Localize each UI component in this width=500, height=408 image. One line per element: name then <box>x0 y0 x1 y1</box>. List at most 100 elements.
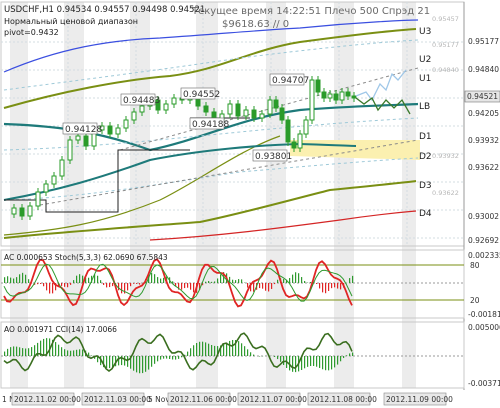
annotation-a4: 0.94128 <box>65 125 102 135</box>
ao-bar <box>199 341 201 356</box>
ac-bar <box>325 283 327 294</box>
ac-bar <box>253 283 255 292</box>
ao-bar <box>211 344 213 356</box>
ac-bar <box>340 283 342 290</box>
ac-bar <box>151 272 153 283</box>
ao-bar <box>277 356 279 360</box>
time-tick-7: 2012.11.09 00:00 <box>386 395 453 404</box>
ac-bar <box>235 280 237 283</box>
ao-bar <box>13 346 15 356</box>
svg-text:0.95457: 0.95457 <box>432 15 459 23</box>
ao-bar <box>181 356 183 358</box>
ao-bar <box>319 356 321 368</box>
ac-bar <box>4 277 6 283</box>
level-d4: D4 <box>419 209 432 219</box>
ac-bar <box>28 279 30 283</box>
ac-bar <box>319 283 321 289</box>
candle-body <box>297 133 303 149</box>
ao-bar <box>34 345 36 356</box>
candle-body <box>51 175 57 185</box>
ao-bar <box>169 356 171 359</box>
price-tick-2: 0.94840 <box>468 65 499 74</box>
ac-bar <box>181 283 183 290</box>
ao-bar <box>331 356 333 370</box>
ao-bar <box>22 348 24 356</box>
svg-text:0.93932: 0.93932 <box>432 152 459 160</box>
ac-bar <box>40 283 42 284</box>
ao-bar <box>64 349 66 356</box>
ac-bar <box>283 279 285 283</box>
price-tick-7: 0.93002 <box>468 212 499 221</box>
ao-bar <box>223 344 225 356</box>
ao-bar <box>148 356 150 370</box>
ac-bar <box>64 283 66 287</box>
ao-bar <box>16 346 18 356</box>
ac-bar <box>277 279 279 283</box>
ac-bar <box>79 274 81 283</box>
ac-bar <box>25 274 27 283</box>
candle-body <box>279 107 285 121</box>
ac-bar <box>265 283 267 291</box>
ac-bar <box>163 277 165 283</box>
ac-axis-top: 0.002335 <box>468 251 500 260</box>
candle-body <box>19 207 25 217</box>
ao-axis-bottom: -0.00371 <box>468 379 500 388</box>
ao-bar <box>334 356 336 368</box>
candle-body <box>35 191 41 207</box>
ac-bar <box>310 282 312 283</box>
ac-bar <box>241 279 243 283</box>
ao-bar <box>337 356 339 365</box>
price-tick-6: 0.93622 <box>468 163 499 172</box>
ao-bar <box>154 356 156 364</box>
candle-body <box>339 91 345 101</box>
candle-body <box>291 141 297 149</box>
ac-bar <box>220 274 222 283</box>
ac-bar <box>337 283 339 289</box>
balance-line: $9618.63 // 0 <box>222 19 289 30</box>
ao-bar <box>328 356 330 371</box>
ac-bar <box>49 283 51 294</box>
ac-bar <box>274 283 276 285</box>
ao-bar <box>67 350 69 356</box>
ac-bar <box>262 283 264 289</box>
candle-body <box>315 79 321 93</box>
ao-bar <box>310 356 312 367</box>
price-tick-1: 0.95177 <box>468 37 499 46</box>
ao-bar <box>244 346 246 356</box>
ac-bar <box>97 275 99 283</box>
ao-bar <box>109 356 111 369</box>
price-tick-5: 0.93932 <box>468 136 499 145</box>
ac-bar <box>268 283 270 292</box>
ac-bar <box>316 283 318 284</box>
ac-bar <box>154 274 156 283</box>
candle-body <box>171 97 177 105</box>
ao-bar <box>58 344 60 356</box>
time-tick-1: 2012.11.02 00:00 <box>14 395 81 404</box>
ac-bar <box>349 278 351 283</box>
ao-bar <box>88 352 90 356</box>
price-tick-4: 0.94205 <box>468 109 499 118</box>
candle-body <box>27 205 33 217</box>
price-tick-8: 0.92692 <box>468 236 499 245</box>
annotation-a3: 0.94707 <box>272 76 309 86</box>
candle-body <box>227 103 233 115</box>
candle-body <box>11 207 17 215</box>
current-price-tag: 0.94521 <box>467 92 498 101</box>
stoch-axis-20: 20 <box>470 296 480 305</box>
ao-bar <box>187 351 189 356</box>
ao-bar <box>316 356 318 367</box>
ao-axis-top: 0.005006 <box>468 323 500 332</box>
ao-bar <box>196 343 198 356</box>
trading-chart[interactable]: 0.94483 0.94552 0.94707 0.94128 0.94188 … <box>0 0 500 408</box>
ao-bar <box>139 356 141 374</box>
ac-bar <box>214 281 216 283</box>
ac-bar <box>190 283 192 290</box>
ao-bar <box>295 356 297 373</box>
ac-bar <box>238 279 240 283</box>
ac-bar <box>304 280 306 283</box>
ac-bar <box>271 283 273 289</box>
ac-bar <box>73 280 75 283</box>
candle-body <box>327 93 333 99</box>
svg-text:0.94840: 0.94840 <box>432 66 459 74</box>
range-label: Нормальный ценовой диапазон <box>4 17 138 26</box>
